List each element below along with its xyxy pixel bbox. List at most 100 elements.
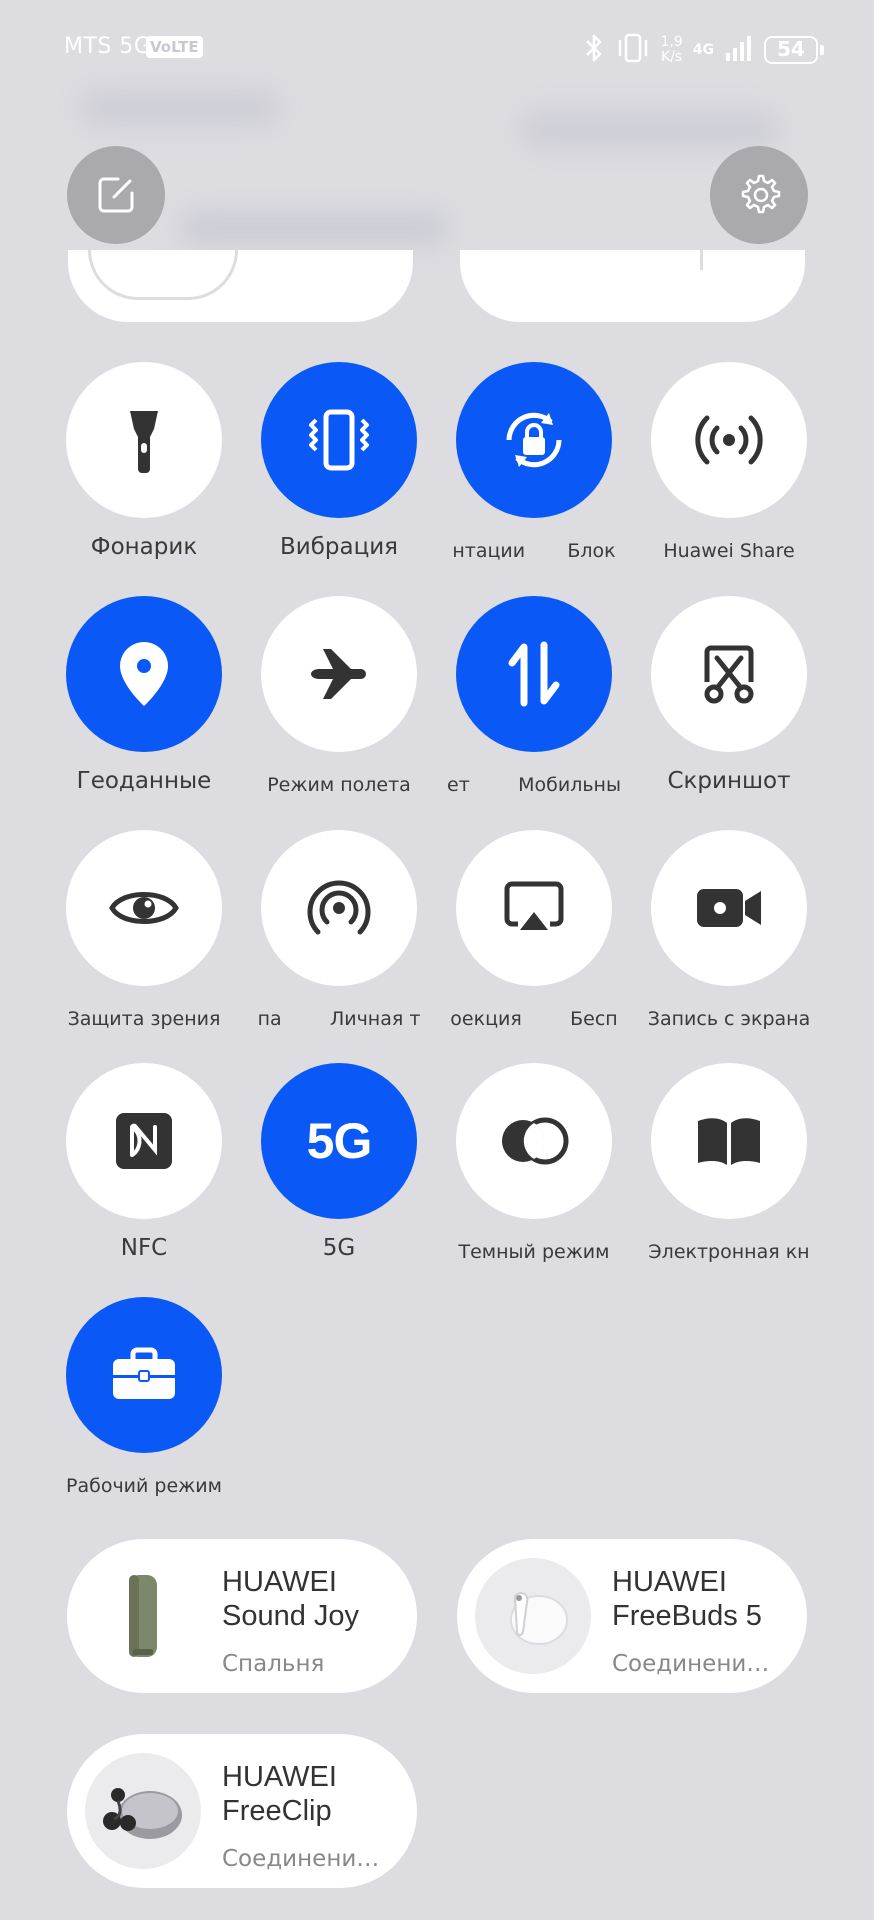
briefcase-icon: [113, 1347, 175, 1399]
flashlight-icon: [130, 411, 158, 473]
location-toggle[interactable]: [66, 596, 222, 752]
gear-icon: [741, 174, 781, 214]
earbuds-image: [475, 1558, 591, 1674]
wifi-card-peek[interactable]: [460, 250, 805, 322]
tile-vibration[interactable]: Вибрация: [241, 362, 437, 572]
tile-label: па Личная т: [257, 1008, 421, 1030]
dark-mode-toggle[interactable]: [456, 1063, 612, 1219]
ebook-toggle[interactable]: [651, 1063, 807, 1219]
projection-toggle[interactable]: [456, 830, 612, 986]
tile-label: Электронная кн: [648, 1241, 810, 1263]
network-type: 4G: [692, 42, 714, 58]
vibration-toggle[interactable]: [261, 362, 417, 518]
device-name: HUAWEI FreeBuds 5: [612, 1566, 762, 1632]
device-card-freebuds-5[interactable]: HUAWEI FreeBuds 5 Соединени…: [457, 1539, 807, 1693]
tile-airplane[interactable]: Режим полета: [241, 596, 437, 806]
blurred-info: [520, 110, 780, 150]
vibration-icon: [309, 409, 369, 471]
ebook-icon: [698, 1118, 760, 1165]
screen-record-toggle[interactable]: [651, 830, 807, 986]
airplane-toggle[interactable]: [261, 596, 417, 752]
tile-work-mode[interactable]: Рабочий режим: [46, 1297, 242, 1507]
rotation-lock-icon: [506, 412, 562, 468]
tile-ebook[interactable]: Электронная кн: [631, 1063, 827, 1273]
bluetooth-icon: [583, 33, 605, 67]
tile-label: NFC: [120, 1235, 168, 1261]
tile-label: нтации Блок: [452, 540, 616, 562]
flashlight-toggle[interactable]: [66, 362, 222, 518]
device-status: Соединени…: [222, 1846, 380, 1872]
device-card-freeclip[interactable]: HUAWEI FreeClip Соединени…: [67, 1734, 417, 1888]
rotation-lock-toggle[interactable]: [456, 362, 612, 518]
tile-rotation-lock[interactable]: нтации Блок: [436, 362, 632, 572]
device-card-sound-joy[interactable]: HUAWEI Sound Joy Спальня: [67, 1539, 417, 1693]
huawei-share-toggle[interactable]: [651, 362, 807, 518]
device-status: Соединени…: [612, 1651, 770, 1677]
volte-badge: VoLTE: [146, 36, 203, 58]
tile-flashlight[interactable]: Фонарик: [46, 362, 242, 572]
signal-icon: [724, 33, 754, 67]
edit-icon: [98, 177, 134, 213]
nfc-toggle[interactable]: [66, 1063, 222, 1219]
tile-5g[interactable]: 5G 5G: [241, 1063, 437, 1273]
hotspot-toggle[interactable]: [261, 830, 417, 986]
battery-indicator: 54: [764, 36, 824, 64]
airplane-icon: [311, 649, 366, 699]
tile-hotspot[interactable]: па Личная т: [241, 830, 437, 1040]
network-speed: 1,9 K/s: [660, 34, 683, 65]
huawei-share-icon: [695, 415, 763, 465]
dark-mode-icon: [502, 1117, 569, 1165]
tile-nfc[interactable]: NFC: [46, 1063, 242, 1273]
device-name: HUAWEI Sound Joy: [222, 1566, 360, 1632]
screenshot-icon: [704, 645, 754, 704]
freeclip-image: [85, 1753, 201, 1869]
tile-eye-protection[interactable]: Защита зрения: [46, 830, 242, 1040]
tile-screenshot[interactable]: Скриншот: [631, 596, 827, 806]
screenshot-toggle[interactable]: [651, 596, 807, 752]
speaker-icon: [129, 1575, 157, 1657]
tile-label: Запись с экрана: [647, 1008, 811, 1030]
hotspot-icon: [307, 880, 371, 935]
tile-label: ет Мобильны: [447, 774, 621, 796]
mobile-data-icon: [508, 641, 560, 707]
5g-icon: 5G: [306, 1113, 373, 1169]
edit-button[interactable]: [67, 146, 165, 244]
projection-icon: [504, 881, 564, 930]
mobile-data-toggle[interactable]: [456, 596, 612, 752]
device-status: Спальня: [222, 1651, 325, 1677]
tile-label: Темный режим: [458, 1241, 610, 1263]
tile-label: Рабочий режим: [66, 1475, 222, 1497]
tile-label: Геоданные: [76, 768, 212, 794]
tile-wireless-projection[interactable]: оекция Бесп: [436, 830, 632, 1040]
vibrate-status-icon: [615, 33, 651, 67]
tile-screen-recording[interactable]: Запись с экрана: [631, 830, 827, 1040]
5g-toggle[interactable]: 5G: [261, 1063, 417, 1219]
settings-button[interactable]: [710, 146, 808, 244]
tile-huawei-share[interactable]: Huawei Share: [631, 362, 827, 572]
blurred-subtitle: [180, 210, 450, 246]
eye-protection-toggle[interactable]: [66, 830, 222, 986]
blurred-date: [80, 88, 280, 128]
earbuds-icon: [510, 1592, 568, 1645]
tile-label: Скриншот: [667, 768, 791, 794]
nfc-icon: [116, 1113, 172, 1169]
tile-label: Huawei Share: [663, 540, 795, 562]
status-icons: 1,9 K/s 4G 54: [583, 30, 824, 70]
device-name: HUAWEI FreeClip: [222, 1761, 337, 1827]
work-mode-toggle[interactable]: [66, 1297, 222, 1453]
carrier-name: MTS 5G: [64, 34, 152, 59]
tile-label: оекция Бесп: [450, 1008, 618, 1030]
status-bar: MTS 5G VoLTE 1,9 K/s 4G 54: [64, 30, 824, 70]
tile-label: Вибрация: [279, 534, 399, 560]
music-card-peek[interactable]: [68, 250, 413, 322]
tile-label: Фонарик: [90, 534, 198, 560]
freeclip-icon: [103, 1788, 182, 1839]
speaker-image: [85, 1558, 201, 1674]
tile-dark-mode[interactable]: Темный режим: [436, 1063, 632, 1273]
tile-label: 5G: [322, 1235, 356, 1261]
eye-icon: [109, 892, 179, 924]
screen-record-icon: [697, 889, 761, 927]
tile-location[interactable]: Геоданные: [46, 596, 242, 806]
location-icon: [120, 642, 168, 706]
tile-mobile-data[interactable]: ет Мобильны: [436, 596, 632, 806]
